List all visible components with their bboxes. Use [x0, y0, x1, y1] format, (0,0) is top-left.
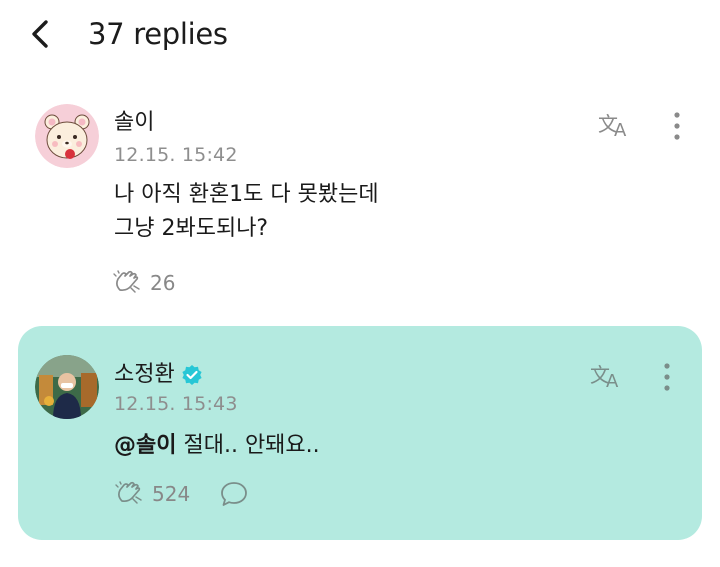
reactions: 26	[112, 270, 175, 296]
more-options-button[interactable]	[662, 362, 672, 396]
like-count: 524	[152, 482, 191, 506]
svg-text:A: A	[606, 371, 619, 390]
verified-badge-icon	[182, 365, 202, 385]
highlighted-comment: 소정환 12.15. 15:43 @솔이 절대.. 안돼요.. 文 A 524	[18, 326, 702, 540]
more-vertical-icon	[674, 112, 680, 140]
svg-text:A: A	[614, 120, 627, 139]
page-title: 37 replies	[88, 17, 228, 51]
like-count: 26	[150, 271, 176, 295]
comment-line: 그냥 2봐도되나?	[114, 216, 269, 241]
translate-button[interactable]: 文 A	[598, 109, 634, 143]
mention-link[interactable]: @솔이	[114, 433, 176, 458]
translate-icon: 文 A	[590, 363, 619, 392]
comment-text: 나 아직 환혼1도 다 못봤는데 그냥 2봐도되나?	[114, 178, 379, 246]
speech-bubble-icon	[221, 482, 248, 506]
more-vertical-icon	[664, 363, 670, 391]
avatar[interactable]	[35, 355, 99, 419]
timestamp: 12.15. 15:42	[114, 144, 238, 166]
clap-icon	[113, 270, 140, 293]
avatar[interactable]	[35, 104, 99, 168]
like-button[interactable]: 26	[112, 270, 175, 296]
author-name[interactable]: 솔이	[114, 109, 154, 137]
translate-button[interactable]: 文 A	[590, 360, 626, 394]
reply-button[interactable]	[220, 481, 248, 507]
comment-text: @솔이 절대.. 안돼요..	[114, 429, 320, 463]
author-name[interactable]: 소정환	[114, 361, 203, 389]
bear-avatar-icon	[35, 104, 99, 168]
timestamp: 12.15. 15:43	[114, 393, 238, 415]
back-button[interactable]	[26, 16, 56, 52]
comment-line: 나 아직 환혼1도 다 못봤는데	[114, 182, 379, 207]
chevron-left-icon	[32, 20, 48, 48]
comment-item: 솔이 12.15. 15:42 나 아직 환혼1도 다 못봤는데 그냥 2봐도되…	[0, 95, 720, 310]
photo-avatar-icon	[35, 355, 99, 419]
reactions: 524	[114, 481, 248, 507]
like-button[interactable]: 524	[114, 481, 190, 507]
more-options-button[interactable]	[672, 111, 682, 145]
comment-body: 절대.. 안돼요..	[183, 433, 320, 458]
header: 37 replies	[0, 0, 720, 70]
author-name-text: 소정환	[114, 362, 175, 387]
clap-icon	[115, 481, 142, 504]
translate-icon: 文 A	[598, 112, 627, 141]
